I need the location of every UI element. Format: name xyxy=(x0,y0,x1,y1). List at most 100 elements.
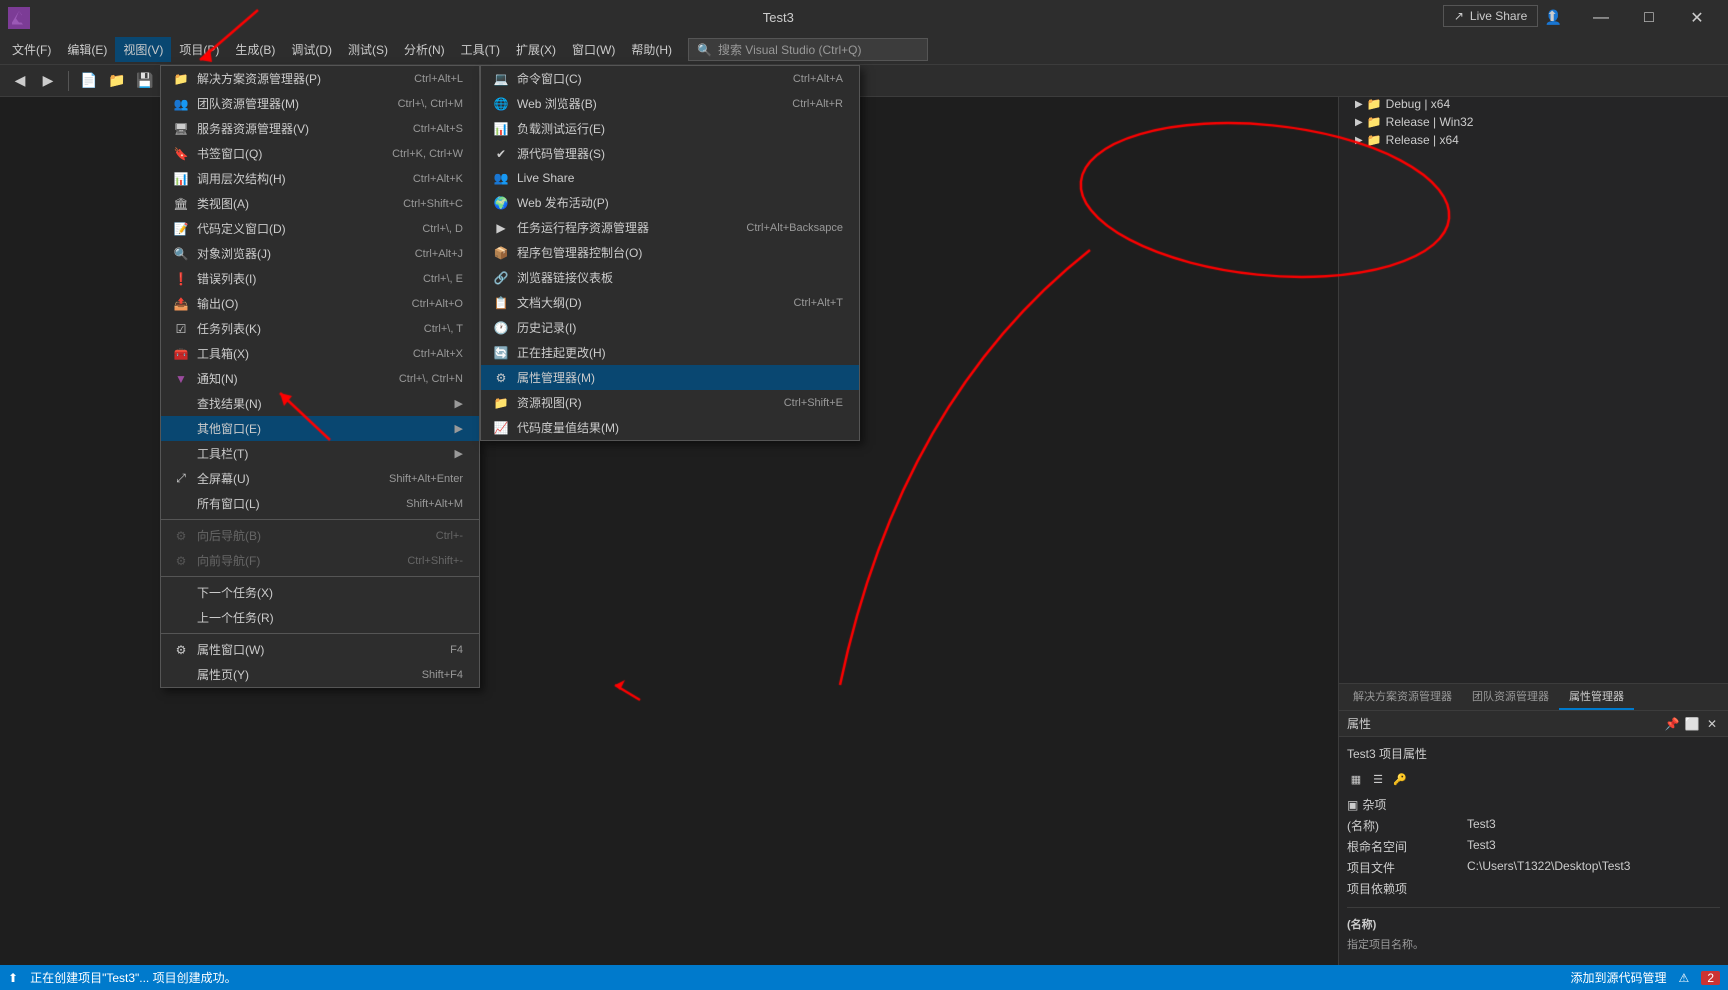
search-placeholder: 搜索 Visual Studio (Ctrl+Q) xyxy=(718,41,862,58)
error-count: 2 xyxy=(1701,971,1720,985)
view-bookmarks[interactable]: 🔖 书签窗口(Q) Ctrl+K, Ctrl+W xyxy=(161,141,479,166)
pending-changes[interactable]: 🔄 正在挂起更改(H) xyxy=(481,340,859,365)
view-next-task[interactable]: 下一个任务(X) xyxy=(161,580,479,605)
props-header: 属性 📌 ⬜ ✕ xyxy=(1339,711,1728,737)
team-explorer-icon: 👥 xyxy=(173,96,189,112)
load-test[interactable]: 📊 负载测试运行(E) xyxy=(481,116,859,141)
props-key-button[interactable]: 🔑 xyxy=(1391,770,1409,788)
view-notifications[interactable]: ▼ 通知(N) Ctrl+\, Ctrl+N xyxy=(161,366,479,391)
view-toolbars[interactable]: 工具栏(T) ▶ xyxy=(161,441,479,466)
view-property-pages[interactable]: 属性页(Y) Shift+F4 xyxy=(161,662,479,687)
view-properties-window[interactable]: ⚙ 属性窗口(W) F4 xyxy=(161,637,479,662)
resource-view[interactable]: 📁 资源视图(R) Ctrl+Shift+E xyxy=(481,390,859,415)
live-share-menu-item[interactable]: 👥 Live Share xyxy=(481,166,859,190)
cmd-window[interactable]: 💻 命令窗口(C) Ctrl+Alt+A xyxy=(481,66,859,91)
title-controls: — □ ✕ xyxy=(1578,0,1720,35)
props-pin-button[interactable]: 📌 xyxy=(1664,716,1680,732)
tree-release-x64-arrow: ▶ xyxy=(1355,135,1363,146)
view-team-explorer[interactable]: 👥 团队资源管理器(M) Ctrl+\, Ctrl+M xyxy=(161,91,479,116)
other-windows-icon xyxy=(173,421,189,437)
view-prev-task[interactable]: 上一个任务(R) xyxy=(161,605,479,630)
props-list-button[interactable]: ☰ xyxy=(1369,770,1387,788)
menu-test[interactable]: 测试(S) xyxy=(340,37,396,62)
share-button[interactable]: ⬆ xyxy=(1546,8,1558,25)
tab-property-manager[interactable]: 属性管理器 xyxy=(1559,684,1634,710)
title-text: Test3 xyxy=(44,10,1513,25)
menu-build[interactable]: 生成(B) xyxy=(227,37,283,62)
view-navigate-back[interactable]: ⚙ 向后导航(B) Ctrl+- xyxy=(161,523,479,548)
open-button[interactable]: 📁 xyxy=(105,69,129,93)
menu-tools[interactable]: 工具(T) xyxy=(453,37,508,62)
props-float-button[interactable]: ⬜ xyxy=(1684,716,1700,732)
code-metrics[interactable]: 📈 代码度量值结果(M) xyxy=(481,415,859,440)
menu-debug[interactable]: 调试(D) xyxy=(283,37,340,62)
history[interactable]: 🕐 历史记录(I) xyxy=(481,315,859,340)
misc-header-label: 杂项 xyxy=(1362,796,1386,813)
view-fullscreen[interactable]: ⤢ 全屏幕(U) Shift+Alt+Enter xyxy=(161,466,479,491)
class-view-icon: 🏛 xyxy=(173,196,189,212)
view-code-definition[interactable]: 📝 代码定义窗口(D) Ctrl+\, D xyxy=(161,216,479,241)
view-task-list[interactable]: ☑ 任务列表(K) Ctrl+\, T xyxy=(161,316,479,341)
menu-analyze[interactable]: 分析(N) xyxy=(396,37,453,62)
view-call-hierarchy[interactable]: 📊 调用层次结构(H) Ctrl+Alt+K xyxy=(161,166,479,191)
view-class-view[interactable]: 🏛 类视图(A) Ctrl+Shift+C xyxy=(161,191,479,216)
right-panel: 属性管理器 - Test3 📌 ⬜ ✕ 🔧 ⚙ 📁 💾 ▼ ⚙ Test3 ▶ … xyxy=(1338,0,1728,990)
menu-window[interactable]: 窗口(W) xyxy=(564,37,623,62)
save-button[interactable]: 💾 xyxy=(133,69,157,93)
back-button[interactable]: ◀ xyxy=(8,69,32,93)
menu-help[interactable]: 帮助(H) xyxy=(623,37,680,62)
view-server-explorer[interactable]: 🖥 服务器资源管理器(V) Ctrl+Alt+S xyxy=(161,116,479,141)
minimize-button[interactable]: — xyxy=(1578,0,1624,35)
menu-file[interactable]: 文件(F) xyxy=(4,37,59,62)
tree-folder-icon-2: 📁 xyxy=(1367,97,1382,111)
fullscreen-icon: ⤢ xyxy=(173,471,189,487)
tab-team-explorer[interactable]: 团队资源管理器 xyxy=(1462,684,1559,710)
view-error-list[interactable]: ❗ 错误列表(I) Ctrl+\, E xyxy=(161,266,479,291)
doc-outline[interactable]: 📋 文档大纲(D) Ctrl+Alt+T xyxy=(481,290,859,315)
view-toolbox[interactable]: 🧰 工具箱(X) Ctrl+Alt+X xyxy=(161,341,479,366)
props-subtitle: Test3 项目属性 xyxy=(1347,741,1720,766)
menu-edit[interactable]: 编辑(E) xyxy=(59,37,115,62)
props-misc-header: ▣ 杂项 xyxy=(1347,792,1720,815)
live-share-label: Live Share xyxy=(1470,9,1527,23)
add-to-source-label[interactable]: 添加到源代码管理 xyxy=(1571,969,1667,986)
menu-view[interactable]: 视图(V) xyxy=(115,37,171,62)
view-object-browser[interactable]: 🔍 对象浏览器(J) Ctrl+Alt+J xyxy=(161,241,479,266)
props-key-projfile: 项目文件 xyxy=(1347,859,1467,876)
view-find-results[interactable]: 查找结果(N) ▶ xyxy=(161,391,479,416)
other-windows-menu: 💻 命令窗口(C) Ctrl+Alt+A 🌐 Web 浏览器(B) Ctrl+A… xyxy=(480,65,860,441)
live-share-button[interactable]: ↗ Live Share xyxy=(1443,5,1538,27)
props-close-button[interactable]: ✕ xyxy=(1704,716,1720,732)
history-icon: 🕐 xyxy=(493,320,509,336)
status-left: ⬆ 正在创建项目"Test3"... 项目创建成功。 xyxy=(8,969,1571,986)
tree-release-win32[interactable]: ▶ 📁 Release | Win32 xyxy=(1339,113,1728,131)
search-box[interactable]: 🔍 搜索 Visual Studio (Ctrl+Q) xyxy=(688,38,928,61)
menu-extensions[interactable]: 扩展(X) xyxy=(508,37,564,62)
tree-debug-x64[interactable]: ▶ 📁 Debug | x64 xyxy=(1339,95,1728,113)
source-control[interactable]: ✔ 源代码管理器(S) xyxy=(481,141,859,166)
property-manager-menu-item[interactable]: ⚙ 属性管理器(M) xyxy=(481,365,859,390)
code-metrics-icon: 📈 xyxy=(493,420,509,436)
forward-button[interactable]: ▶ xyxy=(36,69,60,93)
props-val-namespace: Test3 xyxy=(1467,838,1720,855)
new-file-button[interactable]: 📄 xyxy=(77,69,101,93)
menu-project[interactable]: 项目(P) xyxy=(171,37,227,62)
view-output[interactable]: 📤 输出(O) Ctrl+Alt+O xyxy=(161,291,479,316)
view-navigate-forward[interactable]: ⚙ 向前导航(F) Ctrl+Shift+- xyxy=(161,548,479,573)
close-button[interactable]: ✕ xyxy=(1674,0,1720,35)
view-all-windows[interactable]: 所有窗口(L) Shift+Alt+M xyxy=(161,491,479,516)
package-manager[interactable]: 📦 程序包管理器控制台(O) xyxy=(481,240,859,265)
toolbars-icon xyxy=(173,446,189,462)
tree-release-x64[interactable]: ▶ 📁 Release | x64 xyxy=(1339,131,1728,149)
tab-solution-explorer[interactable]: 解决方案资源管理器 xyxy=(1343,684,1462,710)
web-browser[interactable]: 🌐 Web 浏览器(B) Ctrl+Alt+R xyxy=(481,91,859,116)
props-grid-button[interactable]: ▦ xyxy=(1347,770,1365,788)
view-solution-explorer[interactable]: 📁 解决方案资源管理器(P) Ctrl+Alt+L xyxy=(161,66,479,91)
view-other-windows[interactable]: 其他窗口(E) ▶ xyxy=(161,416,479,441)
maximize-button[interactable]: □ xyxy=(1626,0,1672,35)
browser-link[interactable]: 🔗 浏览器链接仪表板 xyxy=(481,265,859,290)
task-runner[interactable]: ▶ 任务运行程序资源管理器 Ctrl+Alt+Backsapce xyxy=(481,215,859,240)
pending-changes-icon: 🔄 xyxy=(493,345,509,361)
web-publish[interactable]: 🌍 Web 发布活动(P) xyxy=(481,190,859,215)
task-list-icon: ☑ xyxy=(173,321,189,337)
